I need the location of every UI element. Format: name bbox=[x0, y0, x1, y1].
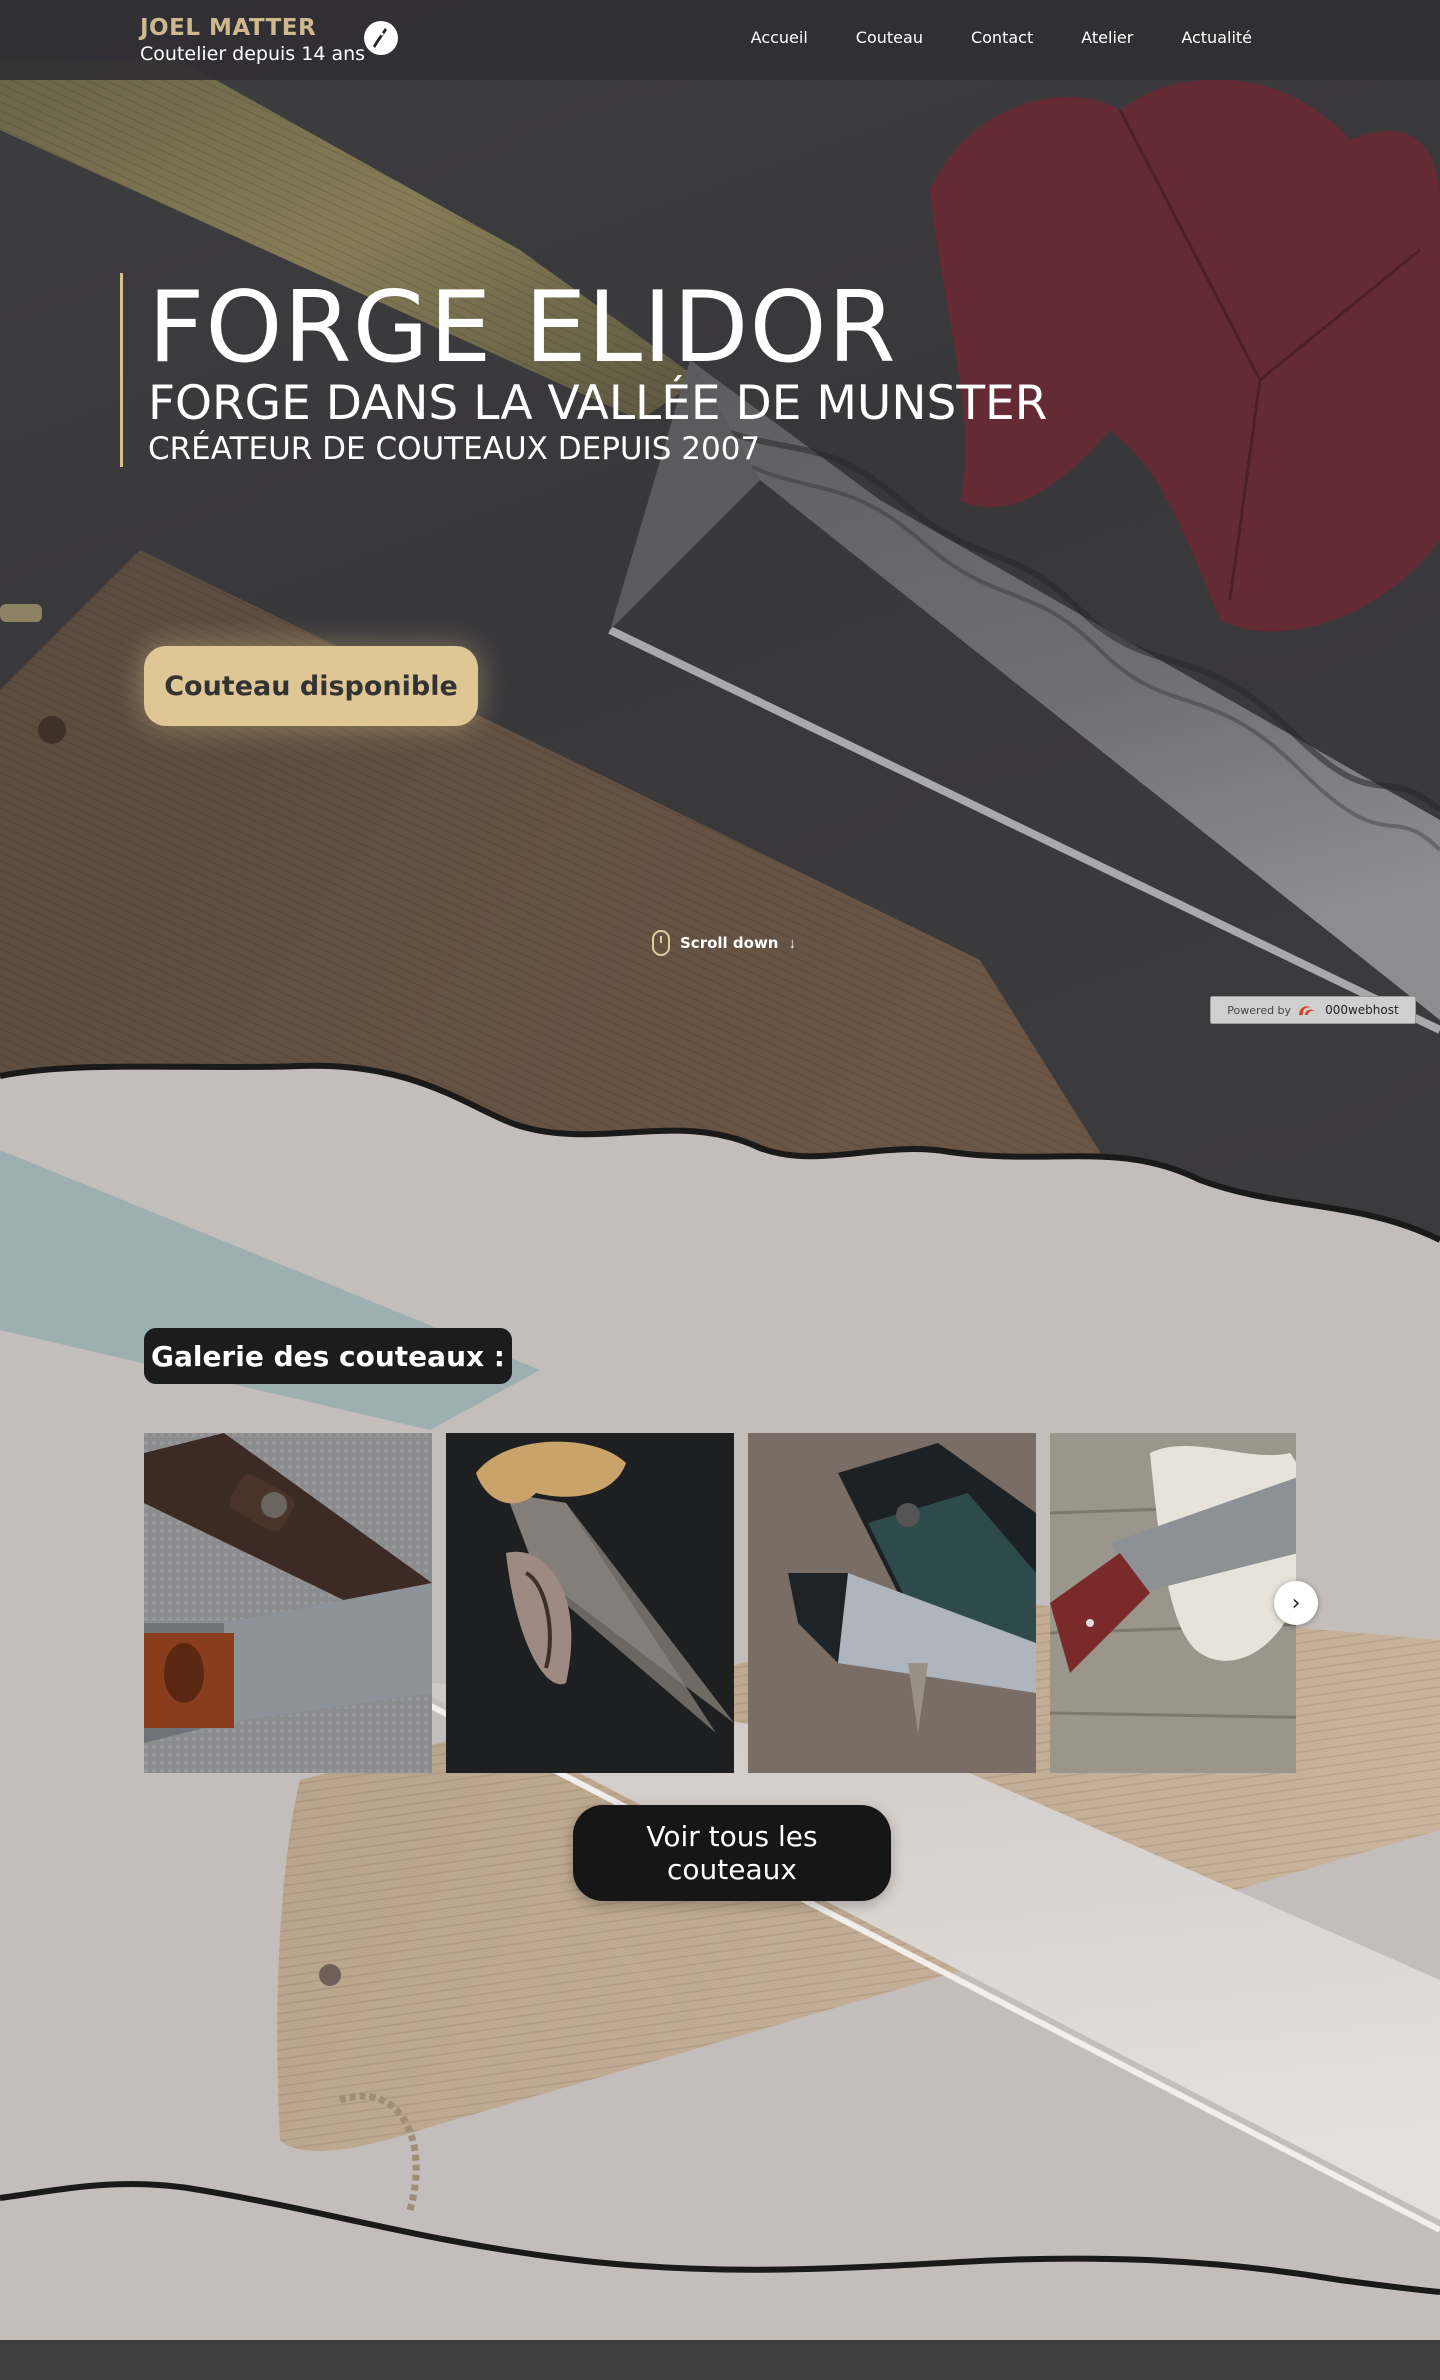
arrow-down-icon: ↓ bbox=[788, 934, 796, 952]
knife-photo-2[interactable] bbox=[446, 1433, 734, 1773]
brand-name: JOEL MATTER bbox=[140, 15, 317, 41]
carousel-track bbox=[144, 1433, 1296, 1773]
gallery-title: Galerie des couteaux : bbox=[144, 1328, 512, 1384]
hero-heading-block: FORGE ELIDOR FORGE DANS LA VALLÉE DE MUN… bbox=[120, 273, 1047, 467]
powered-by-label: Powered by bbox=[1227, 1003, 1292, 1017]
hero-section: JOEL MATTER Coutelier depuis 14 ans Accu… bbox=[0, 0, 1440, 1200]
knife-carousel[interactable] bbox=[144, 1433, 1296, 1773]
available-knife-button[interactable]: Couteau disponible bbox=[144, 646, 478, 726]
nav-item-couteau[interactable]: Couteau bbox=[856, 28, 923, 47]
nav-item-actualite[interactable]: Actualité bbox=[1181, 28, 1252, 47]
knife-photo-4[interactable] bbox=[1050, 1433, 1296, 1773]
nav-item-accueil[interactable]: Accueil bbox=[751, 28, 808, 47]
brand[interactable]: JOEL MATTER Coutelier depuis 14 ans bbox=[140, 14, 365, 66]
hero-subtitle-secondary: CRÉATEUR DE COUTEAUX DEPUIS 2007 bbox=[148, 431, 761, 467]
knife-photo-3[interactable] bbox=[748, 1433, 1036, 1773]
nav-item-atelier[interactable]: Atelier bbox=[1081, 28, 1133, 47]
host-logo-icon bbox=[1299, 1006, 1316, 1015]
knife-photo-1[interactable] bbox=[144, 1433, 432, 1773]
mouse-icon bbox=[652, 930, 670, 956]
brand-tagline: Coutelier depuis 14 ans bbox=[140, 43, 366, 65]
gallery-section: Galerie des couteaux : › Voir tous les c… bbox=[0, 1040, 1440, 2340]
scroll-down-link[interactable]: Scroll down ↓ bbox=[652, 930, 796, 956]
nav-item-contact[interactable]: Contact bbox=[971, 28, 1033, 47]
chevron-right-icon: › bbox=[1291, 1590, 1301, 1616]
knife-logo-icon[interactable] bbox=[364, 21, 398, 55]
scroll-down-label: Scroll down bbox=[680, 934, 779, 952]
host-name: 000webhost bbox=[1325, 1003, 1399, 1017]
carousel-next-button[interactable]: › bbox=[1274, 1581, 1318, 1625]
hero-title: FORGE ELIDOR bbox=[148, 271, 897, 385]
main-nav: Accueil Couteau Contact Atelier Actualit… bbox=[751, 28, 1252, 47]
hero-subtitle: FORGE DANS LA VALLÉE DE MUNSTER bbox=[148, 376, 1048, 431]
powered-by-badge[interactable]: Powered by 000webhost bbox=[1210, 996, 1416, 1024]
view-all-knives-button[interactable]: Voir tous les couteaux bbox=[573, 1805, 891, 1901]
top-navigation-bar: JOEL MATTER Coutelier depuis 14 ans Accu… bbox=[0, 0, 1440, 80]
